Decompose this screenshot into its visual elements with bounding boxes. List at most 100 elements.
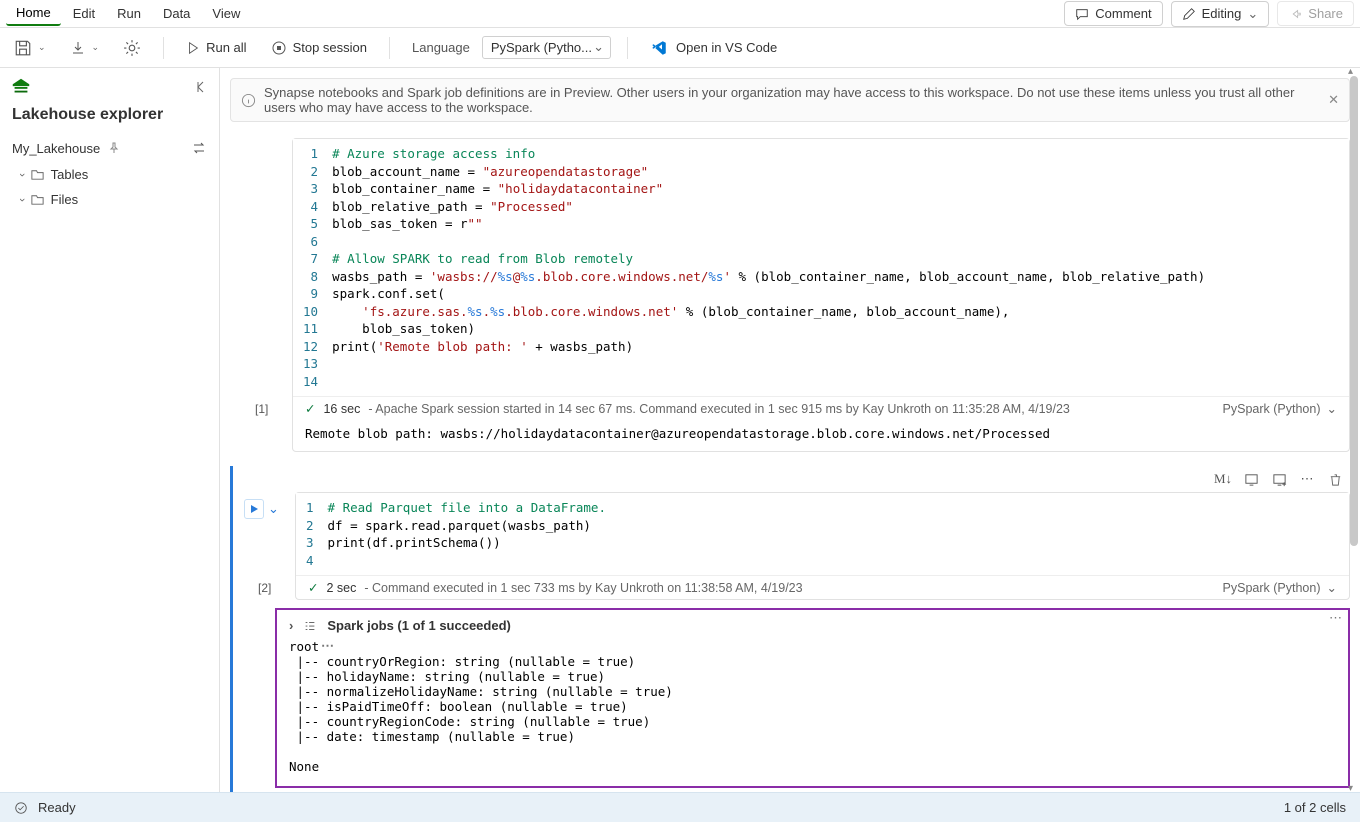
banner-text: Synapse notebooks and Spark job definiti… bbox=[264, 85, 1320, 115]
lakehouse-icon bbox=[10, 76, 32, 98]
editing-label: Editing bbox=[1202, 6, 1242, 21]
cell-more-button[interactable]: ⋯ bbox=[1296, 468, 1318, 490]
chevron-down-icon[interactable]: ⌄ bbox=[1327, 401, 1337, 416]
sidebar: Lakehouse explorer My_Lakehouse › Tables… bbox=[0, 68, 220, 792]
cell-1-output: Remote blob path: wasbs://holidaydatacon… bbox=[293, 420, 1349, 451]
save-button[interactable]: ⌄ bbox=[8, 35, 52, 61]
run-all-label: Run all bbox=[206, 40, 246, 55]
open-vscode-button[interactable]: Open in VS Code bbox=[644, 35, 783, 61]
cell-2-time: 2 sec bbox=[326, 581, 356, 595]
vscode-label: Open in VS Code bbox=[676, 40, 777, 55]
check-circle-icon bbox=[14, 801, 28, 815]
stop-session-button[interactable]: Stop session bbox=[265, 36, 373, 60]
preview-banner: Synapse notebooks and Spark job definiti… bbox=[230, 78, 1350, 122]
comment-icon bbox=[1075, 7, 1089, 21]
chevron-icon: › bbox=[16, 173, 28, 177]
cell-1-time: 16 sec bbox=[323, 402, 360, 416]
lakehouse-row[interactable]: My_Lakehouse bbox=[0, 134, 219, 162]
pin-icon bbox=[108, 142, 120, 154]
comment-label: Comment bbox=[1095, 6, 1151, 21]
editing-button[interactable]: Editing ⌄ bbox=[1171, 1, 1270, 27]
cell-2-lang: PySpark (Python) bbox=[1223, 581, 1321, 595]
status-ready: Ready bbox=[38, 800, 76, 815]
code-cell-2[interactable]: ⌄ 1234 # Read Parquet file into a DataFr… bbox=[295, 492, 1350, 600]
notebook-content: Synapse notebooks and Spark job definiti… bbox=[220, 68, 1360, 792]
download-button[interactable]: ⌄ bbox=[64, 36, 106, 60]
tree-files-label: Files bbox=[51, 192, 78, 207]
menu-bar: Home Edit Run Data View Comment Editing … bbox=[0, 0, 1360, 28]
code-content-2[interactable]: # Read Parquet file into a DataFrame. df… bbox=[328, 499, 606, 569]
gear-icon bbox=[123, 39, 141, 57]
folder-icon bbox=[30, 167, 45, 182]
language-select[interactable]: PySpark (Pytho... bbox=[482, 36, 611, 59]
stop-icon bbox=[271, 40, 287, 56]
menu-data[interactable]: Data bbox=[153, 2, 200, 25]
cell-action-1[interactable] bbox=[1240, 468, 1262, 490]
tree-files[interactable]: › Files bbox=[0, 187, 219, 212]
cell-delete-button[interactable] bbox=[1324, 468, 1346, 490]
info-icon bbox=[241, 93, 256, 108]
run-cell-button[interactable] bbox=[244, 499, 264, 519]
comment-button[interactable]: Comment bbox=[1064, 1, 1162, 26]
stop-label: Stop session bbox=[293, 40, 367, 55]
tree-tables-label: Tables bbox=[51, 167, 89, 182]
banner-close[interactable]: ✕ bbox=[1328, 92, 1339, 108]
cell-action-2[interactable] bbox=[1268, 468, 1290, 490]
code-content-1[interactable]: # Azure storage access info blob_account… bbox=[332, 145, 1205, 390]
menu-home[interactable]: Home bbox=[6, 1, 61, 26]
chevron-down-icon: ⌄ bbox=[1247, 6, 1258, 22]
scroll-down-icon[interactable]: ▾ bbox=[1348, 783, 1353, 792]
status-cells: 1 of 2 cells bbox=[1284, 800, 1346, 815]
menu-edit[interactable]: Edit bbox=[63, 2, 105, 25]
line-numbers: 1234567891011121314 bbox=[293, 145, 332, 390]
chevron-icon: › bbox=[16, 198, 28, 202]
toolbar: ⌄ ⌄ Run all Stop session Language PySpar… bbox=[0, 28, 1360, 68]
cell-1-exec-num: [1] bbox=[255, 402, 268, 416]
cell-1-lang: PySpark (Python) bbox=[1223, 402, 1321, 416]
check-icon: ✓ bbox=[305, 401, 315, 416]
menu-run[interactable]: Run bbox=[107, 2, 151, 25]
tree-tables[interactable]: › Tables bbox=[0, 162, 219, 187]
output-menu-icon[interactable]: ⋯ bbox=[321, 638, 336, 654]
cell-2-status: [2] ✓ 2 sec - Command executed in 1 sec … bbox=[296, 575, 1349, 599]
collapse-sidebar-icon[interactable] bbox=[193, 79, 209, 95]
check-icon: ✓ bbox=[308, 580, 318, 595]
vscode-icon bbox=[650, 39, 668, 57]
spark-jobs-header[interactable]: › Spark jobs (1 of 1 succeeded) bbox=[289, 618, 1336, 633]
swap-icon[interactable] bbox=[191, 140, 207, 156]
sidebar-title: Lakehouse explorer bbox=[0, 106, 219, 134]
spark-jobs-label: Spark jobs (1 of 1 succeeded) bbox=[327, 618, 511, 633]
code-cell-1[interactable]: 1234567891011121314 # Azure storage acce… bbox=[292, 138, 1350, 452]
pencil-icon bbox=[1182, 7, 1196, 21]
settings-button[interactable] bbox=[117, 35, 147, 61]
share-icon bbox=[1288, 7, 1302, 21]
screen-icon bbox=[1244, 472, 1259, 487]
trash-icon bbox=[1328, 472, 1343, 487]
chevron-right-icon: › bbox=[289, 618, 293, 633]
markdown-toggle-button[interactable]: M↓ bbox=[1212, 468, 1234, 490]
play-icon bbox=[186, 41, 200, 55]
menu-view[interactable]: View bbox=[202, 2, 250, 25]
run-all-button[interactable]: Run all bbox=[180, 36, 252, 59]
share-button: Share bbox=[1277, 1, 1354, 26]
output-more-icon[interactable]: ⋯ bbox=[1329, 610, 1344, 626]
chevron-down-icon[interactable]: ⌄ bbox=[1327, 580, 1337, 595]
cell-2-toolbar: M↓ ⋯ bbox=[295, 466, 1350, 492]
folder-icon bbox=[30, 192, 45, 207]
share-label: Share bbox=[1308, 6, 1343, 21]
scrollbar-thumb[interactable] bbox=[1350, 76, 1358, 546]
cell-2-status-text: - Command executed in 1 sec 733 ms by Ka… bbox=[364, 581, 802, 595]
run-dropdown[interactable]: ⌄ bbox=[268, 501, 279, 517]
lakehouse-name: My_Lakehouse bbox=[12, 141, 100, 156]
line-numbers: 1234 bbox=[296, 499, 328, 569]
save-icon bbox=[14, 39, 32, 57]
scrollbar[interactable]: ▴ ▾ bbox=[1346, 68, 1360, 792]
download-icon bbox=[70, 40, 86, 56]
cell-1-status: [1] ✓ 16 sec - Apache Spark session star… bbox=[293, 396, 1349, 420]
language-label: Language bbox=[412, 40, 470, 55]
list-icon bbox=[303, 619, 317, 633]
spark-jobs-output: › Spark jobs (1 of 1 succeeded) root |--… bbox=[275, 608, 1350, 788]
play-icon bbox=[249, 504, 259, 514]
status-bar: Ready 1 of 2 cells bbox=[0, 792, 1360, 822]
screen-add-icon bbox=[1272, 472, 1287, 487]
